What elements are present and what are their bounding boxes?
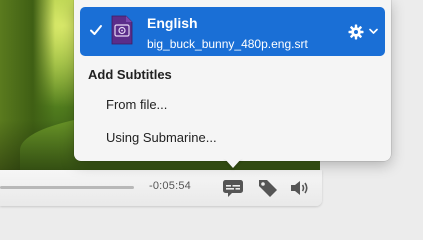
subtitles-icon[interactable] bbox=[222, 178, 244, 198]
gear-icon[interactable] bbox=[348, 24, 364, 40]
volume-icon[interactable] bbox=[289, 178, 311, 198]
tag-icon[interactable] bbox=[257, 178, 279, 198]
checkmark-icon bbox=[90, 25, 102, 35]
add-subtitles-heading: Add Subtitles bbox=[88, 67, 172, 82]
subtitle-file-icon bbox=[111, 15, 133, 45]
menu-item-using-submarine[interactable]: Using Submarine... bbox=[106, 130, 217, 145]
chevron-down-icon[interactable] bbox=[369, 28, 378, 35]
subtitle-language: English bbox=[147, 15, 198, 31]
menu-item-from-file[interactable]: From file... bbox=[106, 97, 167, 112]
progress-bar[interactable] bbox=[0, 186, 134, 189]
subtitle-track-english[interactable]: English big_buck_bunny_480p.eng.srt bbox=[80, 7, 385, 56]
control-bar: -0:05:54 bbox=[0, 170, 322, 206]
time-remaining: -0:05:54 bbox=[149, 180, 191, 192]
popup-arrow bbox=[224, 158, 242, 168]
subtitles-popup: English big_buck_bunny_480p.eng.srt Add … bbox=[74, 0, 391, 161]
subtitle-filename: big_buck_bunny_480p.eng.srt bbox=[147, 37, 308, 51]
